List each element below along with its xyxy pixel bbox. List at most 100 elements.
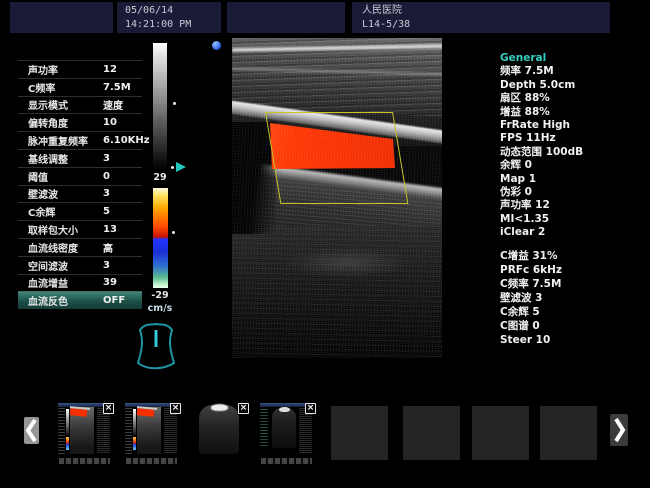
thumbnail-filmstrip [59, 458, 110, 464]
close-icon[interactable]: × [170, 403, 181, 414]
info-line: 声功率 12 [500, 199, 645, 212]
info-section-general: 频率 7.5M Depth 5.0cm 扇区 88% 增益 88% FrRate… [500, 65, 645, 239]
thumbnail-3[interactable]: × [192, 402, 247, 456]
info-line: C频率 7.5M [500, 277, 645, 291]
parameter-row[interactable]: 显示模式 速度 [18, 96, 142, 114]
info-line: 壁滤波 3 [500, 291, 645, 305]
next-thumbnails-button[interactable] [610, 414, 628, 446]
parameter-value: 高 [103, 240, 113, 255]
thumbnail-filmstrip [126, 458, 177, 464]
parameter-row[interactable]: C余辉 5 [18, 202, 142, 220]
info-line: iClear 2 [500, 226, 645, 239]
thumb-right-text [97, 408, 110, 453]
info-line: 余辉 0 [500, 159, 645, 172]
parameter-label: 声功率 [28, 62, 103, 77]
color-doppler-bar [153, 188, 168, 288]
parameter-row[interactable]: C频率 7.5M [18, 78, 142, 96]
chevron-left-icon [24, 417, 39, 444]
focus-marker-icon[interactable] [176, 162, 186, 172]
info-line: C图谱 0 [500, 319, 645, 333]
titlebar-box-middle [227, 2, 345, 33]
thumb-bmode-shape [199, 405, 239, 454]
baseline-dot-icon [172, 231, 175, 234]
parameter-label: C频率 [28, 80, 103, 95]
color-info-panel: C增益 31% PRFc 6kHz C频率 7.5M 壁滤波 3 C余辉 5 C… [500, 249, 645, 347]
thumb-right-text [164, 408, 177, 453]
velocity-unit-label: cm/s [142, 303, 178, 314]
thumb-image [70, 407, 94, 454]
thumbnail-2[interactable]: × [124, 402, 179, 456]
info-line: 频率 7.5M [500, 65, 645, 78]
grayscale-bar [153, 43, 167, 170]
color-roi-box[interactable] [265, 112, 408, 204]
parameter-value: 速度 [103, 97, 123, 112]
thumb-color-flow [70, 408, 88, 417]
parameter-label: 取样包大小 [28, 222, 103, 237]
parameter-row[interactable]: 血流增益 39 [18, 274, 142, 292]
info-line: PRFc 6kHz [500, 263, 645, 277]
thumbnail-slot-empty [403, 406, 460, 460]
velocity-max-label: 29 [146, 172, 174, 183]
probe-orientation-dot-icon [212, 41, 221, 50]
thumb-probe-arc [211, 404, 228, 411]
parameter-row[interactable]: 基线调整 3 [18, 149, 142, 167]
parameter-value: 7.5M [103, 82, 131, 93]
thumb-probe-arc [279, 407, 290, 412]
thumbnail-slot-empty [331, 406, 388, 460]
parameter-value: OFF [103, 295, 125, 306]
parameter-row[interactable]: 血流线密度 高 [18, 238, 142, 256]
marker-dot-icon [171, 166, 174, 169]
parameter-value: 10 [103, 117, 117, 128]
thumb-colorbar [66, 437, 69, 450]
parameter-value: 0 [103, 171, 110, 182]
focal-dot-icon [173, 102, 176, 105]
parameter-row[interactable]: 取样包大小 13 [18, 220, 142, 238]
close-icon[interactable]: × [305, 403, 316, 414]
thumb-right-text [299, 408, 312, 453]
time-text: 14:21:00 PM [125, 18, 221, 32]
info-line: Steer 10 [500, 333, 645, 347]
info-line: 伪彩 0 [500, 186, 645, 199]
info-line: 增益 88% [500, 106, 645, 119]
b-mode-image[interactable] [232, 38, 442, 358]
parameter-label: 血流增益 [28, 275, 103, 290]
thumbnail-slot-empty [472, 406, 529, 460]
parameter-value: 12 [103, 64, 117, 75]
hospital-name: 人民医院 [362, 4, 610, 18]
parameter-row[interactable]: 阈值 0 [18, 167, 142, 185]
thumbnail-filmstrip [261, 458, 312, 464]
parameter-value: 3 [103, 153, 110, 164]
info-line: 动态范围 100dB [500, 146, 645, 159]
thumb-left-text [125, 408, 132, 454]
parameter-row[interactable]: 脉冲重复频率 6.10KHz [18, 131, 142, 149]
probe-model: L14-5/38 [362, 18, 610, 32]
thumb-graybar [133, 409, 136, 435]
thumbnail-slot-empty [540, 406, 597, 460]
image-info-panel: General 频率 7.5M Depth 5.0cm 扇区 88% 增益 88… [500, 52, 645, 240]
parameter-row[interactable]: 声功率 12 [18, 60, 142, 78]
parameter-label: 阈值 [28, 169, 103, 184]
parameter-value: 3 [103, 188, 110, 199]
close-icon[interactable]: × [238, 403, 249, 414]
prev-thumbnails-button[interactable] [24, 417, 39, 444]
info-section-header: General [500, 52, 645, 65]
thumb-image [137, 407, 161, 454]
thumbnail-4[interactable]: × [259, 402, 314, 456]
parameter-label: 血流线密度 [28, 240, 103, 255]
parameter-row[interactable]: 空间滤波 3 [18, 256, 142, 274]
info-line: Depth 5.0cm [500, 79, 645, 92]
parameter-label: 血流反色 [28, 293, 103, 308]
thumbnail-1[interactable]: × [57, 402, 112, 456]
parameter-label: 壁滤波 [28, 186, 103, 201]
ultrasound-screen: 05/06/14 14:21:00 PM 人民医院 L14-5/38 声功率 1… [0, 0, 650, 488]
parameter-row[interactable]: 壁滤波 3 [18, 185, 142, 203]
chevron-right-icon [610, 414, 628, 446]
close-icon[interactable]: × [103, 403, 114, 414]
parameter-label: 偏转角度 [28, 115, 103, 130]
parameter-row[interactable]: 偏转角度 10 [18, 113, 142, 131]
thumb-color-flow [137, 408, 155, 417]
parameter-row[interactable]: 血流反色 OFF [18, 291, 142, 309]
parameter-label: 显示模式 [28, 97, 103, 112]
thumb-bmode-shape [272, 408, 296, 448]
parameter-value: 6.10KHz [103, 135, 150, 146]
